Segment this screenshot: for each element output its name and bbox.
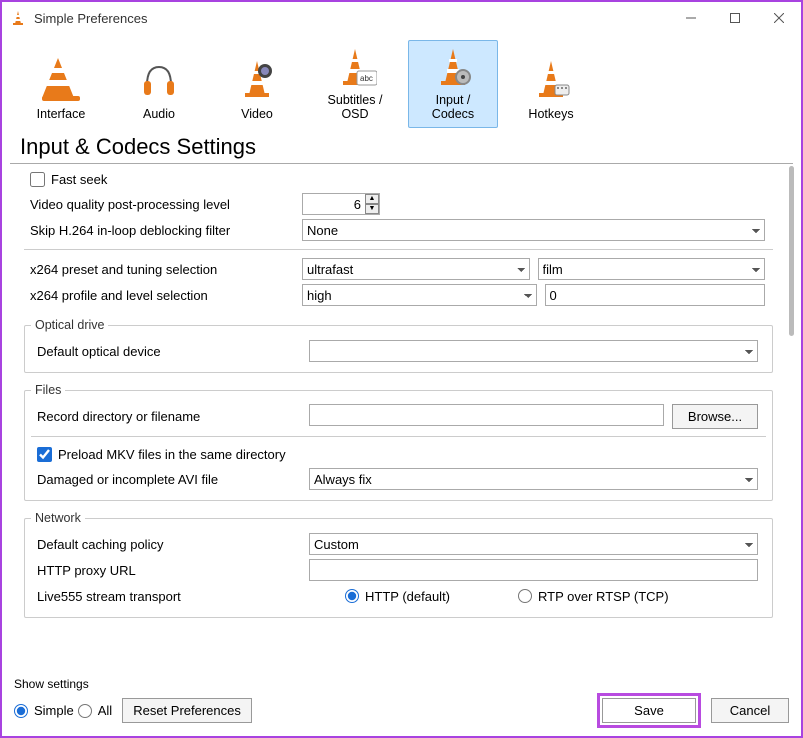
minimize-button[interactable] bbox=[669, 3, 713, 33]
preload-mkv-label: Preload MKV files in the same directory bbox=[58, 447, 286, 462]
divider bbox=[24, 249, 773, 250]
category-input-codecs[interactable]: Input / Codecs bbox=[408, 40, 498, 128]
cone-codecs-icon bbox=[429, 45, 477, 89]
spinner-buttons[interactable]: ▲▼ bbox=[365, 194, 379, 214]
category-hotkeys[interactable]: Hotkeys bbox=[506, 40, 596, 128]
skip-h264-select[interactable]: None bbox=[302, 219, 765, 241]
x264-preset-label: x264 preset and tuning selection bbox=[24, 262, 302, 277]
caching-select[interactable]: Custom bbox=[309, 533, 758, 555]
divider bbox=[31, 436, 766, 437]
fast-seek-checkbox[interactable] bbox=[30, 172, 45, 187]
live555-rtp-radio[interactable] bbox=[518, 589, 532, 603]
http-proxy-input[interactable] bbox=[309, 559, 758, 581]
category-video[interactable]: Video bbox=[212, 40, 302, 128]
cone-icon bbox=[37, 55, 85, 103]
show-all-radio[interactable] bbox=[78, 704, 92, 718]
damaged-avi-select[interactable]: Always fix bbox=[309, 468, 758, 490]
x264-profile-select[interactable]: high bbox=[302, 284, 537, 306]
show-simple-radio[interactable] bbox=[14, 704, 28, 718]
record-dir-label: Record directory or filename bbox=[31, 409, 309, 424]
preload-mkv-checkbox[interactable] bbox=[37, 447, 52, 462]
category-audio[interactable]: Audio bbox=[114, 40, 204, 128]
network-group: Network Default caching policy Custom HT… bbox=[24, 511, 773, 618]
cone-hotkeys-icon bbox=[527, 55, 575, 103]
scrollbar-thumb[interactable] bbox=[789, 166, 794, 336]
page-title: Input & Codecs Settings bbox=[10, 134, 793, 164]
cancel-button[interactable]: Cancel bbox=[711, 698, 789, 723]
scrollbar[interactable] bbox=[789, 164, 795, 673]
caching-label: Default caching policy bbox=[31, 537, 309, 552]
settings-pane[interactable]: Fast seek Video quality post-processing … bbox=[24, 164, 789, 673]
x264-profile-label: x264 profile and level selection bbox=[24, 288, 302, 303]
category-subtitles[interactable]: abc Subtitles / OSD bbox=[310, 40, 400, 128]
record-dir-input[interactable] bbox=[309, 404, 664, 426]
category-toolbar: Interface Audio Video abc Subtitles / OS… bbox=[2, 34, 801, 134]
browse-button[interactable]: Browse... bbox=[672, 404, 758, 429]
maximize-button[interactable] bbox=[713, 3, 757, 33]
window-title: Simple Preferences bbox=[34, 11, 669, 26]
http-proxy-label: HTTP proxy URL bbox=[31, 563, 309, 578]
cone-video-icon bbox=[233, 55, 281, 103]
cone-subtitles-icon: abc bbox=[331, 45, 379, 89]
save-highlight-box: Save bbox=[597, 693, 701, 728]
live555-rtp-label: RTP over RTSP (TCP) bbox=[538, 589, 669, 604]
titlebar: Simple Preferences bbox=[2, 2, 801, 34]
live555-label: Live555 stream transport bbox=[31, 589, 309, 604]
show-settings-label: Show settings bbox=[14, 677, 789, 693]
svg-text:abc: abc bbox=[360, 74, 373, 83]
vlc-cone-icon bbox=[10, 10, 26, 26]
reset-preferences-button[interactable]: Reset Preferences bbox=[122, 698, 252, 723]
close-button[interactable] bbox=[757, 3, 801, 33]
live555-http-label: HTTP (default) bbox=[365, 589, 450, 604]
save-button[interactable]: Save bbox=[602, 698, 696, 723]
x264-preset-select[interactable]: ultrafast bbox=[302, 258, 530, 280]
footer: Show settings Simple All Reset Preferenc… bbox=[2, 673, 801, 736]
default-optical-label: Default optical device bbox=[31, 344, 309, 359]
headphones-icon bbox=[135, 55, 183, 103]
optical-drive-group: Optical drive Default optical device bbox=[24, 318, 773, 373]
category-interface[interactable]: Interface bbox=[16, 40, 106, 128]
fast-seek-label: Fast seek bbox=[51, 172, 107, 187]
live555-http-radio[interactable] bbox=[345, 589, 359, 603]
files-group: Files Record directory or filename Brows… bbox=[24, 383, 773, 501]
damaged-avi-label: Damaged or incomplete AVI file bbox=[31, 472, 309, 487]
skip-h264-label: Skip H.264 in-loop deblocking filter bbox=[24, 223, 302, 238]
video-quality-label: Video quality post-processing level bbox=[24, 197, 302, 212]
x264-level-input[interactable] bbox=[545, 284, 766, 306]
default-optical-select[interactable] bbox=[309, 340, 758, 362]
x264-tuning-select[interactable]: film bbox=[538, 258, 766, 280]
